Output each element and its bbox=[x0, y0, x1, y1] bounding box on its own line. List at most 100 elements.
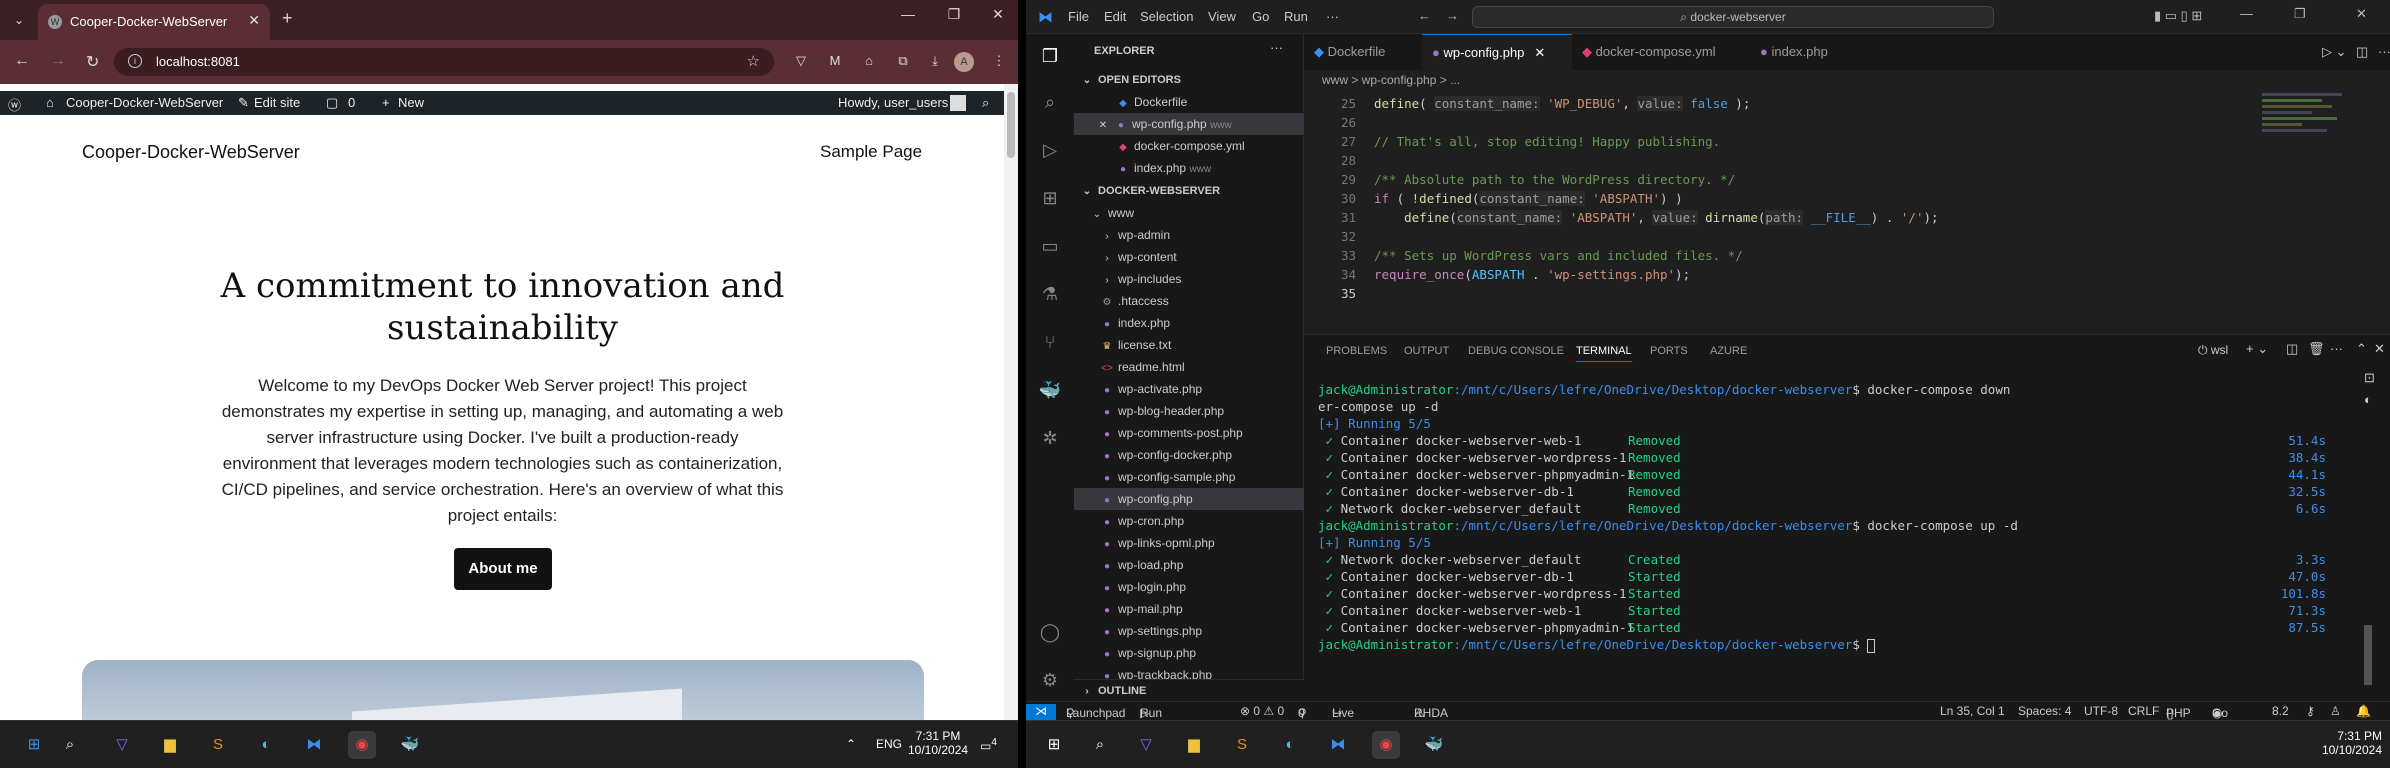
remote-explorer-icon[interactable]: ▭ bbox=[1038, 234, 1062, 258]
windows-start-icon[interactable]: ⊞ bbox=[1040, 731, 1068, 759]
vscode-taskbar-icon[interactable]: ⧓ bbox=[300, 731, 328, 759]
wp-search-icon[interactable]: ⌕ bbox=[982, 95, 989, 111]
menu-go[interactable]: Go bbox=[1252, 9, 1269, 24]
nav-sample-page[interactable]: Sample Page bbox=[820, 142, 922, 162]
panel-tab-azure[interactable]: AZURE bbox=[1710, 345, 1747, 357]
tab-search-icon[interactable]: ⌄ bbox=[8, 10, 30, 30]
proton-vpn-icon[interactable]: ▽ bbox=[1132, 731, 1160, 759]
new-terminal-icon[interactable]: + ⌄ bbox=[2246, 341, 2268, 357]
tree-file[interactable]: ● wp-settings.php bbox=[1074, 620, 1304, 642]
tree-file[interactable]: ♛ license.txt bbox=[1074, 334, 1304, 356]
extension-v-icon[interactable]: ▽ bbox=[792, 52, 810, 70]
nav-forward-icon[interactable]: → bbox=[1446, 8, 1459, 23]
file-explorer-icon[interactable]: ▆ bbox=[156, 731, 184, 759]
explorer-icon[interactable]: ❐ bbox=[1038, 44, 1062, 68]
tree-file[interactable]: ● wp-signup.php bbox=[1074, 642, 1304, 664]
run-debug-icon[interactable]: ▷ bbox=[1038, 138, 1062, 162]
minimize-icon[interactable]: — bbox=[888, 6, 928, 22]
tree-file[interactable]: <> readme.html bbox=[1074, 356, 1304, 378]
tab-dockerfile[interactable]: ◆ Dockerfile bbox=[1304, 34, 1422, 70]
open-editor-item[interactable]: ◆ docker-compose.yml bbox=[1074, 135, 1304, 157]
site-info-icon[interactable]: i bbox=[128, 54, 142, 68]
wp-howdy[interactable]: Howdy, user_users bbox=[838, 95, 948, 110]
tree-file[interactable]: ● wp-comments-post.php bbox=[1074, 422, 1304, 444]
clock[interactable]: 7:31 PM 10/10/2024 bbox=[908, 729, 968, 757]
encoding[interactable]: UTF-8 bbox=[2084, 704, 2118, 718]
kill-terminal-icon[interactable]: 🗑 bbox=[2308, 341, 2325, 357]
vs-close-icon[interactable]: ✕ bbox=[2356, 6, 2367, 22]
tree-file[interactable]: ● wp-cron.php bbox=[1074, 510, 1304, 532]
page-scrollbar[interactable] bbox=[1004, 84, 1018, 720]
panel-tab-terminal[interactable]: TERMINAL bbox=[1576, 345, 1632, 362]
restore-icon[interactable]: ❐ bbox=[934, 6, 974, 23]
accounts-icon[interactable]: ◯ bbox=[1038, 620, 1062, 644]
tree-file[interactable]: ● wp-login.php bbox=[1074, 576, 1304, 598]
taskbar-search-icon[interactable]: ⌕ bbox=[1086, 731, 1114, 759]
vs-restore-icon[interactable]: ❐ bbox=[2294, 6, 2306, 22]
menu-edit[interactable]: Edit bbox=[1104, 9, 1126, 24]
minimap[interactable] bbox=[2262, 90, 2362, 160]
copilot-icon[interactable]: ⚷ bbox=[2306, 704, 2315, 718]
menu-selection[interactable]: Selection bbox=[1140, 9, 1193, 24]
tab-index[interactable]: ● index.php bbox=[1750, 34, 1860, 70]
tree-folder-www[interactable]: ⌄ www bbox=[1074, 202, 1304, 224]
edge-icon[interactable]: ◐ bbox=[252, 731, 280, 759]
close-tab-icon[interactable]: ✕ bbox=[248, 12, 260, 29]
wp-edit-site-link[interactable]: Edit site bbox=[254, 95, 300, 110]
proton-vpn-icon[interactable]: ▽ bbox=[108, 731, 136, 759]
nav-back-icon[interactable]: ← bbox=[1418, 8, 1431, 23]
panel-tab-debug-console[interactable]: DEBUG CONSOLE bbox=[1468, 345, 1564, 357]
profile-avatar[interactable]: A bbox=[954, 52, 974, 72]
address-bar[interactable]: i localhost:8081 ☆ bbox=[114, 48, 774, 76]
menu-more[interactable]: ··· bbox=[1326, 9, 1339, 24]
tree-file[interactable]: ● wp-load.php bbox=[1074, 554, 1304, 576]
file-explorer-icon[interactable]: ▆ bbox=[1180, 731, 1208, 759]
new-tab-icon[interactable]: + bbox=[282, 8, 293, 29]
site-title[interactable]: Cooper-Docker-WebServer bbox=[82, 142, 300, 163]
menu-file[interactable]: File bbox=[1068, 9, 1089, 24]
open-editor-item[interactable]: ● index.php www bbox=[1074, 157, 1304, 179]
downloads-icon[interactable]: ⤓ bbox=[926, 52, 944, 70]
about-me-button[interactable]: About me bbox=[454, 548, 552, 590]
taskbar-search-icon[interactable]: ⌕ bbox=[56, 731, 84, 759]
maximize-panel-icon[interactable]: ⌃ bbox=[2356, 341, 2367, 357]
browser-tab[interactable]: W Cooper-Docker-WebServer ✕ bbox=[38, 4, 270, 40]
tab-docker-compose[interactable]: ◆ docker-compose.yml bbox=[1572, 34, 1750, 70]
language-indicator[interactable]: ENG bbox=[876, 737, 902, 751]
tray-chevron-icon[interactable]: ⌃ bbox=[846, 737, 856, 751]
user-avatar-icon[interactable] bbox=[950, 95, 966, 111]
source-control-icon[interactable]: ⑂ bbox=[1038, 330, 1062, 354]
panel-tab-ports[interactable]: PORTS bbox=[1650, 345, 1688, 357]
explorer-more-icon[interactable]: ··· bbox=[1270, 40, 1283, 55]
docker-icon[interactable]: 🐳 bbox=[1038, 378, 1062, 402]
tree-file[interactable]: ● wp-config-docker.php bbox=[1074, 444, 1304, 466]
tree-file[interactable]: ● index.php bbox=[1074, 312, 1304, 334]
chrome-menu-icon[interactable]: ⋮ bbox=[990, 52, 1008, 70]
wp-site-link[interactable]: Cooper-Docker-WebServer bbox=[66, 95, 223, 110]
problems-item[interactable]: ⊗ 0 ⚠ 0 bbox=[1240, 704, 1284, 718]
clock[interactable]: 7:31 PM 10/10/2024 bbox=[2316, 729, 2382, 757]
indentation[interactable]: Spaces: 4 bbox=[2018, 704, 2071, 718]
cursor-position[interactable]: Ln 35, Col 1 bbox=[1940, 704, 2005, 718]
search-view-icon[interactable]: ⌕ bbox=[1038, 90, 1062, 114]
terminal-list-icon[interactable]: ⊡ bbox=[2364, 370, 2375, 386]
close-window-icon[interactable]: ✕ bbox=[978, 6, 1018, 23]
tree-file[interactable]: ● wp-config-sample.php bbox=[1074, 466, 1304, 488]
panel-tab-problems[interactable]: PROBLEMS bbox=[1326, 345, 1387, 357]
extension-m-icon[interactable]: M bbox=[826, 52, 844, 70]
code-editor[interactable]: 25 define( constant_name: 'WP_DEBUG', val… bbox=[1304, 90, 2390, 308]
tree-file[interactable]: ● wp-activate.php bbox=[1074, 378, 1304, 400]
accounts-status-icon[interactable]: ♙ bbox=[2330, 704, 2341, 718]
close-editor-icon[interactable]: ✕ bbox=[1096, 115, 1110, 137]
sublime-icon[interactable]: S bbox=[204, 731, 232, 759]
chrome-taskbar-icon[interactable]: ◉ bbox=[1372, 731, 1400, 759]
split-terminal-icon[interactable]: ◫ bbox=[2286, 341, 2298, 357]
notification-center[interactable]: ▭4 bbox=[980, 737, 997, 753]
tree-file[interactable]: ● wp-mail.php bbox=[1074, 598, 1304, 620]
sublime-icon[interactable]: S bbox=[1228, 731, 1256, 759]
close-tab-icon[interactable]: ✕ bbox=[1534, 45, 1545, 60]
scrollbar-thumb[interactable] bbox=[1007, 92, 1015, 158]
command-center-search[interactable]: ⌕ docker-webserver bbox=[1472, 6, 1994, 28]
forward-icon[interactable]: → bbox=[50, 52, 66, 70]
testing-icon[interactable]: ⚗ bbox=[1038, 282, 1062, 306]
